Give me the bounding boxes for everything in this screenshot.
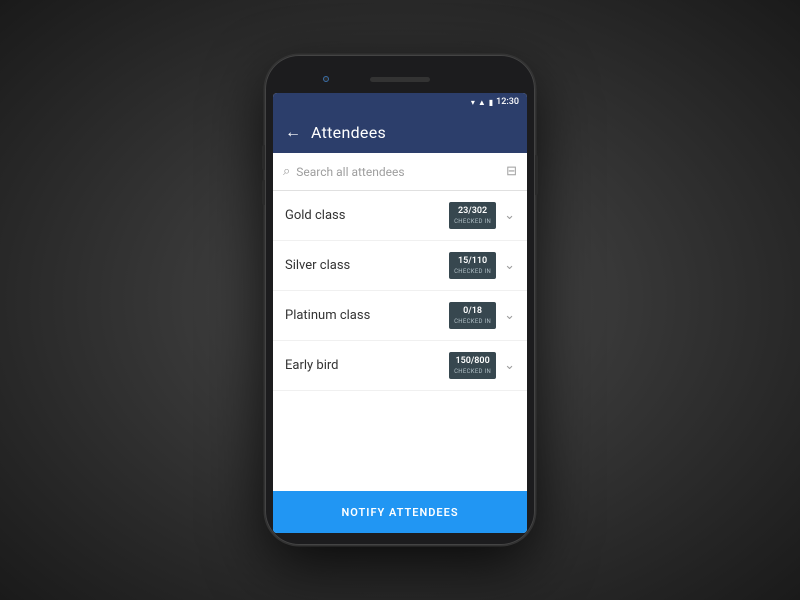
list-item[interactable]: Silver class15/110CHECKED IN ⌄ — [273, 241, 527, 291]
search-placeholder[interactable]: Search all attendees — [296, 165, 500, 179]
volume-up-button — [262, 145, 265, 170]
status-icons: ▾ ▲ ▮ 12:30 — [471, 97, 519, 107]
screen: ▾ ▲ ▮ 12:30 ← Attendees ⌕ Search all att… — [273, 93, 527, 533]
attendee-class-label: Gold class — [285, 208, 449, 223]
attendee-class-label: Early bird — [285, 358, 449, 373]
status-bar: ▾ ▲ ▮ 12:30 — [273, 93, 527, 111]
phone-shell: ▾ ▲ ▮ 12:30 ← Attendees ⌕ Search all att… — [265, 55, 535, 545]
notify-button-label: NOTIFY ATTENDEES — [341, 506, 458, 519]
list-item[interactable]: Gold class23/302CHECKED IN ⌄ — [273, 191, 527, 241]
signal-icon: ▲ — [478, 98, 486, 107]
phone-speaker — [370, 77, 430, 82]
checked-in-badge: 23/302CHECKED IN — [449, 202, 496, 229]
checked-in-badge: 150/800CHECKED IN — [449, 352, 496, 379]
volume-down-button — [262, 180, 265, 205]
back-button[interactable]: ← — [285, 122, 301, 142]
attendee-class-label: Platinum class — [285, 308, 449, 323]
search-bar[interactable]: ⌕ Search all attendees ⊟ — [273, 153, 527, 191]
power-button — [535, 155, 538, 195]
list-item[interactable]: Platinum class0/18CHECKED IN ⌄ — [273, 291, 527, 341]
battery-icon: ▮ — [489, 98, 493, 107]
chevron-down-icon: ⌄ — [504, 258, 515, 273]
notify-attendees-button[interactable]: NOTIFY ATTENDEES — [273, 491, 527, 533]
page-title: Attendees — [311, 123, 386, 142]
attendee-list: Gold class23/302CHECKED IN⌄Silver class1… — [273, 191, 527, 491]
wifi-icon: ▾ — [471, 98, 475, 107]
checked-in-badge: 15/110CHECKED IN — [449, 252, 496, 279]
search-icon: ⌕ — [283, 164, 290, 179]
chevron-down-icon: ⌄ — [504, 308, 515, 323]
status-time: 12:30 — [496, 97, 519, 107]
phone-top — [273, 67, 527, 91]
checked-in-badge: 0/18CHECKED IN — [449, 302, 496, 329]
app-bar: ← Attendees — [273, 111, 527, 153]
front-camera — [323, 76, 329, 82]
attendee-class-label: Silver class — [285, 258, 449, 273]
filter-icon[interactable]: ⊟ — [506, 164, 517, 179]
chevron-down-icon: ⌄ — [504, 358, 515, 373]
list-item[interactable]: Early bird150/800CHECKED IN ⌄ — [273, 341, 527, 391]
chevron-down-icon: ⌄ — [504, 208, 515, 223]
